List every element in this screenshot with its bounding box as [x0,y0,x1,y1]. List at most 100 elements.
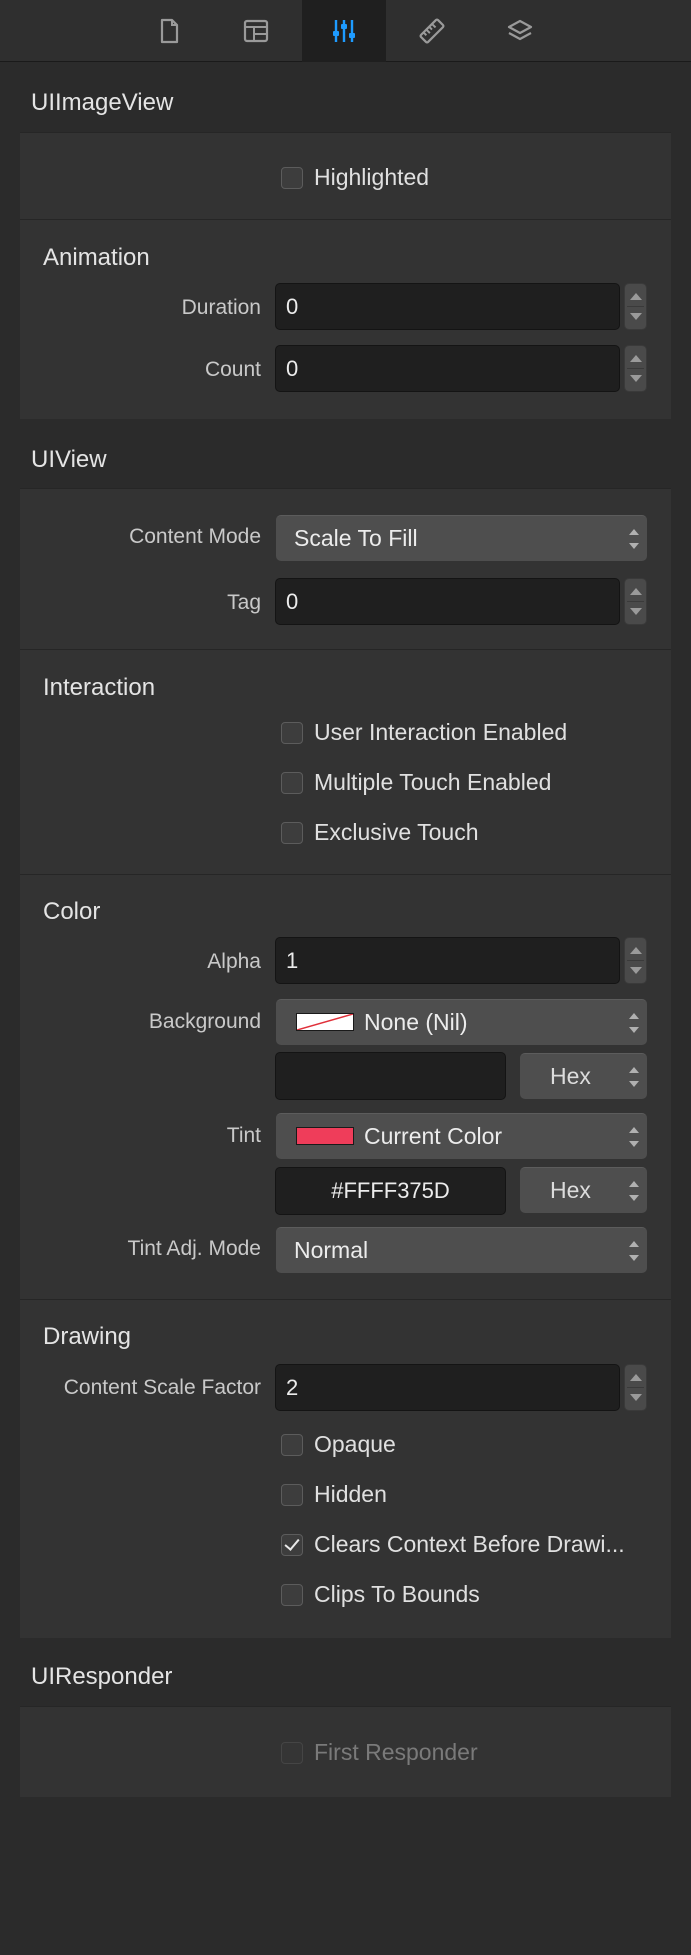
content-scale-factor-label: Content Scale Factor [63,1376,261,1399]
subsection-title-animation: Animation [43,244,150,271]
duration-field[interactable]: 0 [275,283,620,330]
stepper-down-icon[interactable] [630,967,642,974]
content-mode-value: Scale To Fill [294,525,418,551]
checkbox-label: Clears Context Before Drawi... [314,1531,625,1557]
content-scale-factor-field[interactable]: 2 [275,1364,620,1411]
tint-adj-mode-value: Normal [294,1237,369,1263]
checkmark-icon[interactable] [281,1533,303,1556]
section-title-uiimageview: UIImageView [31,89,174,116]
stepper-up-icon[interactable] [630,947,642,954]
hex-format-label: Hex [550,1063,591,1089]
checkbox-box[interactable] [281,771,303,794]
tab-file-inspector[interactable] [127,0,211,62]
content-mode-label: Content Mode [129,525,261,548]
tint-color-popup[interactable]: Current Color [276,1113,647,1159]
layout-icon [243,19,269,43]
stepper-up-icon[interactable] [630,1374,642,1381]
background-color-value: None (Nil) [364,1009,468,1035]
duration-stepper[interactable] [624,283,647,330]
background-color-popup[interactable]: None (Nil) [276,999,647,1045]
popup-arrows-icon [629,1127,639,1147]
duration-label: Duration [181,296,261,319]
divider [20,874,671,875]
popup-arrows-icon [629,529,639,549]
background-hex-popup[interactable]: Hex [520,1053,647,1099]
count-stepper[interactable] [624,345,647,392]
file-icon [160,18,179,44]
stepper-up-icon[interactable] [630,293,642,300]
exclusive-touch-checkbox[interactable]: Exclusive Touch [281,819,479,846]
checkbox-label: Highlighted [314,164,430,190]
checkbox-label: Clips To Bounds [314,1581,480,1607]
tab-size-inspector[interactable] [390,0,474,62]
multiple-touch-checkbox[interactable]: Multiple Touch Enabled [281,769,551,796]
subsection-title-color: Color [43,898,101,925]
subsection-title-interaction: Interaction [43,674,156,701]
checkbox-box[interactable] [281,1583,303,1606]
layers-icon [507,19,533,41]
checkbox-label: Hidden [314,1481,387,1507]
popup-arrows-icon [629,1181,639,1201]
sliders-icon [333,20,355,42]
popup-arrows-icon [629,1241,639,1261]
clips-to-bounds-checkbox[interactable]: Clips To Bounds [281,1581,480,1608]
inspector-tab-bar [0,0,691,62]
no-color-swatch-icon [296,1013,354,1031]
divider [20,649,671,650]
hidden-checkbox[interactable]: Hidden [281,1481,387,1508]
checkbox-label: User Interaction Enabled [314,719,568,745]
popup-arrows-icon [629,1013,639,1033]
tab-layers-inspector[interactable] [478,0,562,62]
section-title-uiresponder: UIResponder [31,1663,173,1690]
alpha-stepper[interactable] [624,937,647,984]
checkbox-label: Exclusive Touch [314,819,479,845]
stepper-up-icon[interactable] [630,355,642,362]
ruler-icon [419,18,445,44]
stepper-down-icon[interactable] [630,608,642,615]
subsection-title-drawing: Drawing [43,1323,132,1350]
stepper-up-icon[interactable] [630,588,642,595]
tag-field[interactable]: 0 [275,578,620,625]
section-title-uiview: UIView [31,446,107,473]
alpha-label: Alpha [207,950,261,973]
clears-context-checkbox[interactable]: Clears Context Before Drawi... [281,1531,625,1558]
tint-adj-mode-label: Tint Adj. Mode [127,1237,261,1260]
tint-color-swatch-icon [296,1127,354,1145]
checkbox-label: Multiple Touch Enabled [314,769,552,795]
opaque-checkbox[interactable]: Opaque [281,1431,396,1458]
tag-stepper[interactable] [624,578,647,625]
hex-format-label: Hex [550,1177,591,1203]
checkbox-box[interactable] [281,1433,303,1456]
count-field[interactable]: 0 [275,345,620,392]
alpha-field[interactable]: 1 [275,937,620,984]
checkbox-box[interactable] [281,166,303,189]
first-responder-checkbox: First Responder [281,1739,478,1766]
content-mode-popup[interactable]: Scale To Fill [276,515,647,561]
tab-layout-inspector[interactable] [214,0,298,62]
divider [20,1299,671,1300]
content-scale-factor-stepper[interactable] [624,1364,647,1411]
tint-color-value: Current Color [364,1123,503,1149]
checkbox-box [281,1741,303,1764]
checkbox-box[interactable] [281,821,303,844]
tab-attributes-inspector[interactable] [302,0,386,62]
tag-label: Tag [227,591,261,614]
divider [20,219,671,220]
checkbox-box[interactable] [281,1483,303,1506]
popup-arrows-icon [629,1067,639,1087]
tint-label: Tint [226,1124,261,1147]
count-label: Count [204,358,261,381]
checkbox-box[interactable] [281,721,303,744]
background-hex-field[interactable] [275,1052,506,1100]
checkbox-label: Opaque [314,1431,396,1457]
checkbox-label: First Responder [314,1739,478,1765]
stepper-down-icon[interactable] [630,375,642,382]
tint-hex-field[interactable]: #FFFF375D [275,1167,506,1215]
stepper-down-icon[interactable] [630,313,642,320]
stepper-down-icon[interactable] [630,1394,642,1401]
tint-adj-mode-popup[interactable]: Normal [276,1227,647,1273]
background-label: Background [148,1010,261,1033]
tint-hex-popup[interactable]: Hex [520,1167,647,1213]
highlighted-checkbox[interactable]: Highlighted [281,164,429,191]
user-interaction-checkbox[interactable]: User Interaction Enabled [281,719,567,746]
